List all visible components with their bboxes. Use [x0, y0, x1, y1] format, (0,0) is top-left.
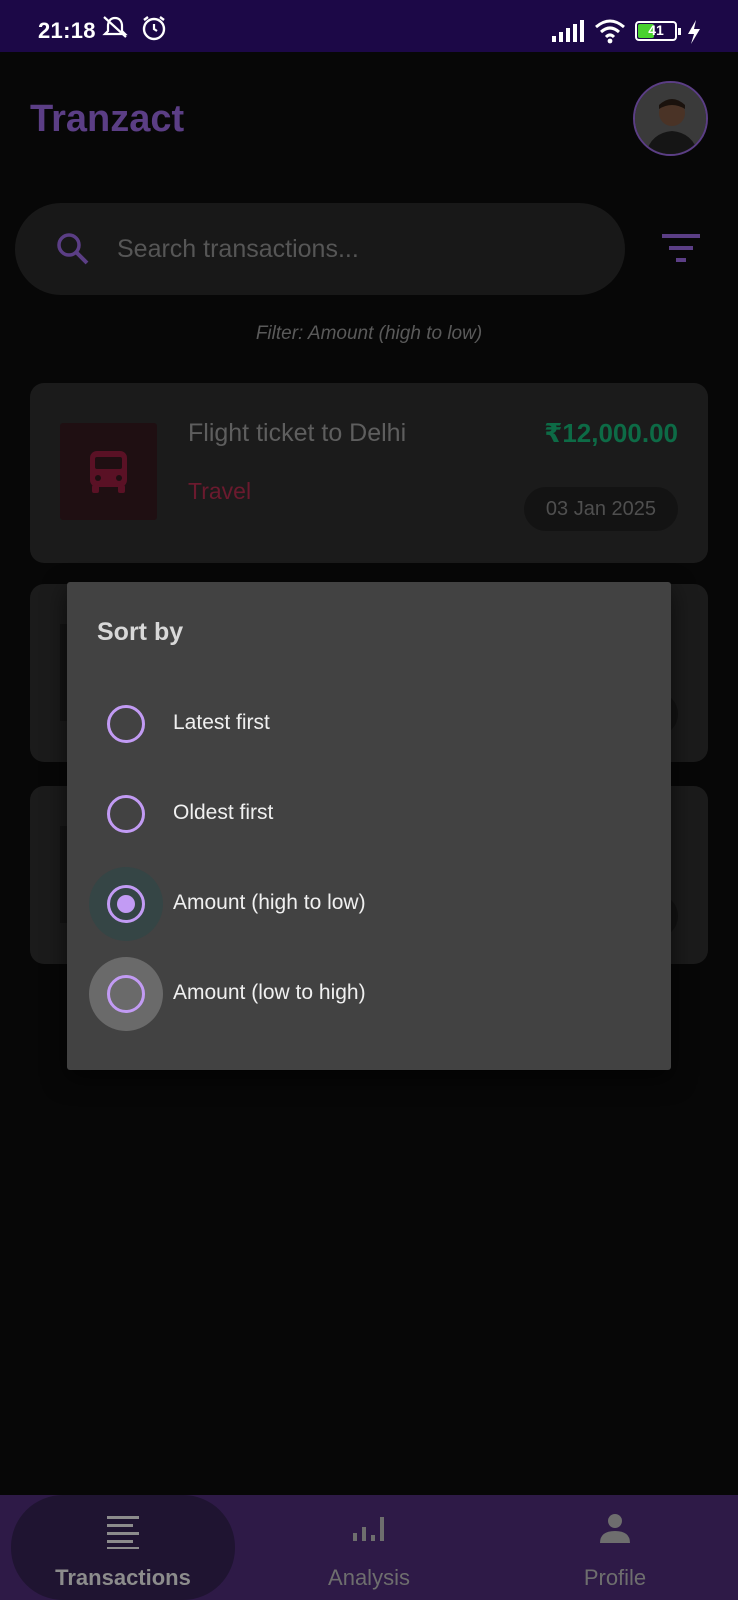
transaction-category: Travel	[188, 478, 252, 504]
signal-icon	[552, 20, 584, 42]
nav-tab-analysis[interactable]: Analysis	[258, 1495, 480, 1600]
transaction-date: 03 Jan 2025	[523, 487, 678, 531]
radio-button[interactable]	[107, 705, 145, 743]
radio-button-selected[interactable]	[107, 885, 145, 923]
radio-button[interactable]	[107, 795, 145, 833]
alarm-icon	[142, 16, 166, 41]
sort-option-amount-low-to-high[interactable]: Amount (low to high)	[67, 949, 671, 1039]
charging-icon	[688, 20, 700, 44]
category-icon-box	[60, 423, 157, 520]
person-icon	[600, 1514, 630, 1543]
status-bar: 21:18 41	[0, 0, 738, 52]
nav-label: Profile	[583, 1565, 647, 1590]
sort-option-oldest-first[interactable]: Oldest first	[67, 769, 671, 859]
avatar[interactable]	[633, 81, 708, 156]
transaction-title: Flight ticket to Delhi	[188, 419, 407, 447]
sort-option-label: Amount (high to low)	[173, 891, 366, 914]
nav-tab-transactions[interactable]: Transactions	[11, 1495, 235, 1600]
status-time: 21:18	[38, 18, 96, 43]
sort-option-label: Latest first	[173, 711, 270, 734]
sort-option-amount-high-to-low[interactable]: Amount (high to low)	[67, 859, 671, 949]
transaction-amount: ₹12,000.00	[544, 418, 678, 448]
bottom-navigation: Transactions Analysis Profile	[0, 1495, 738, 1600]
nav-label: Transactions	[55, 1565, 191, 1590]
search-icon	[57, 233, 89, 265]
battery-icon: 41	[635, 21, 681, 41]
mute-icon	[102, 16, 128, 38]
dialog-title: Sort by	[97, 618, 184, 646]
search-bar[interactable]	[15, 203, 625, 295]
search-input[interactable]	[117, 231, 597, 267]
radio-dot	[117, 895, 135, 913]
sort-option-label: Oldest first	[173, 801, 274, 824]
nav-tab-profile[interactable]: Profile	[504, 1495, 726, 1600]
bar-chart-icon	[353, 1517, 384, 1541]
battery-level: 41	[648, 22, 664, 38]
sort-option-latest-first[interactable]: Latest first	[67, 679, 671, 769]
sort-dialog: Sort by Latest first Oldest first Amount…	[67, 582, 671, 1070]
nav-label: Analysis	[328, 1565, 410, 1590]
filter-sort-icon[interactable]	[660, 232, 702, 266]
list-icon	[107, 1516, 139, 1549]
wifi-icon	[595, 19, 625, 44]
radio-button[interactable]	[107, 975, 145, 1013]
transaction-card[interactable]: Flight ticket to Delhi Travel ₹12,000.00…	[30, 383, 708, 563]
avatar-image	[635, 83, 706, 154]
filter-caption: Filter: Amount (high to low)	[255, 323, 483, 344]
bus-icon	[90, 451, 127, 493]
app-title: Tranzact	[30, 98, 185, 140]
sort-option-label: Amount (low to high)	[173, 981, 366, 1004]
